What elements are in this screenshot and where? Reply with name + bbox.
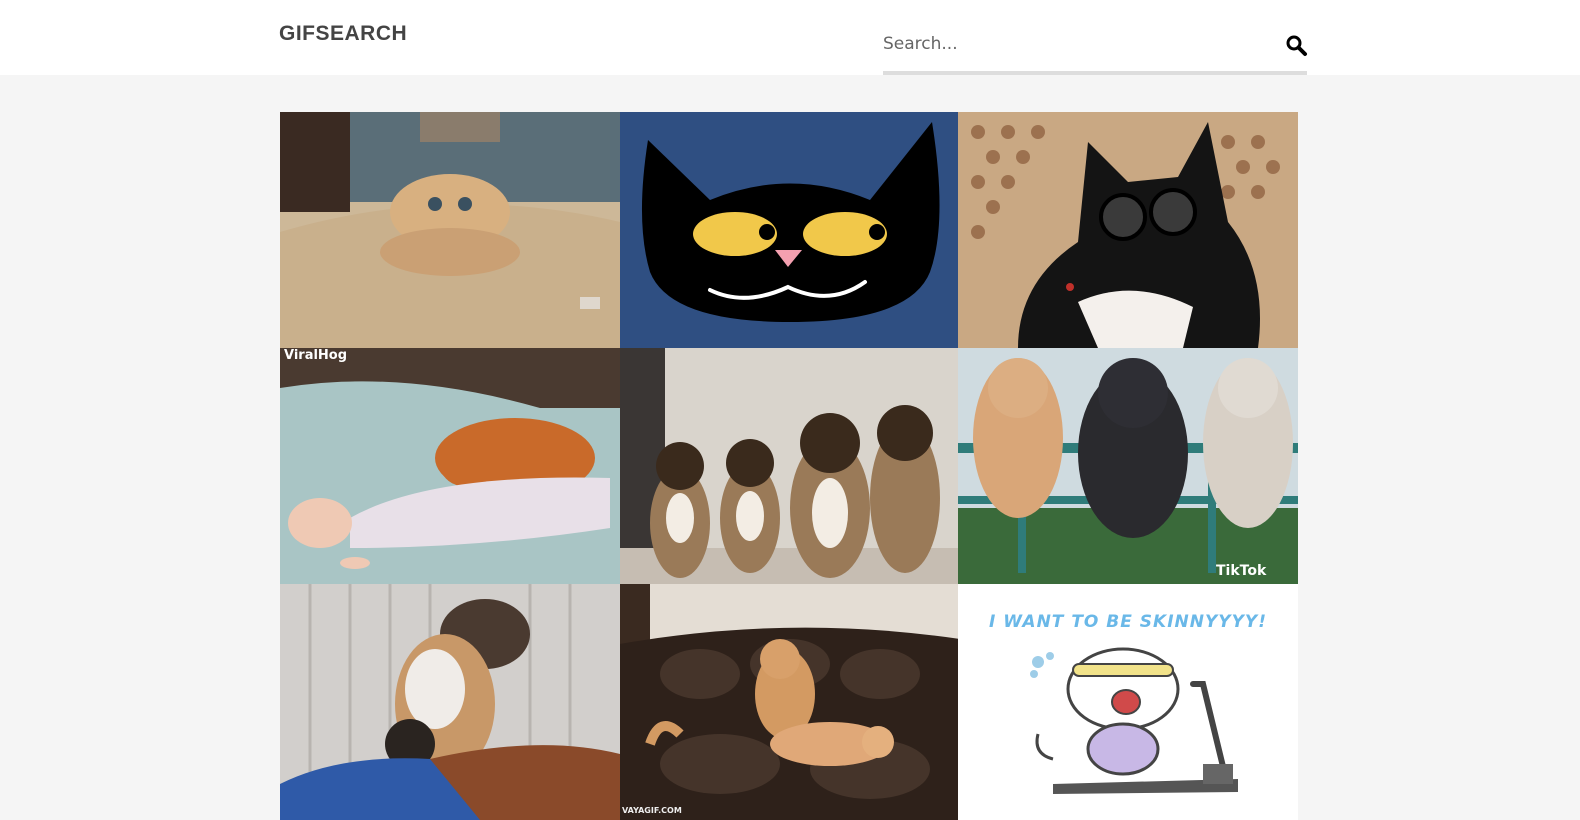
gif-tile[interactable]: TikTok xyxy=(958,348,1298,584)
gif-watermark: VAYAGIF.COM xyxy=(622,806,682,815)
gif-cat-falling-off-couch xyxy=(280,584,620,820)
search-bar xyxy=(883,24,1307,75)
gif-tile[interactable] xyxy=(280,584,620,820)
search-input[interactable] xyxy=(883,24,1263,64)
gif-tile[interactable]: VAYAGIF.COM xyxy=(620,584,960,820)
gif-cartoon-black-cat xyxy=(620,112,960,348)
gif-cats-on-sofa xyxy=(620,584,960,820)
search-icon[interactable] xyxy=(1285,34,1309,58)
gif-tile[interactable] xyxy=(280,112,620,348)
gif-cats-on-fence xyxy=(958,348,1298,584)
gif-tuxedo-cat-glasses xyxy=(958,112,1298,348)
gif-tabby-kittens xyxy=(620,348,960,584)
gif-watermark: TikTok xyxy=(1216,563,1267,579)
gif-tile[interactable] xyxy=(620,348,960,584)
gif-cat-and-baby xyxy=(280,348,620,584)
top-bar: GIFSEARCH xyxy=(0,0,1580,75)
gif-tile[interactable] xyxy=(620,112,960,348)
gif-caption: I WANT TO BE SKINNYYYY! xyxy=(989,612,1267,632)
gif-tile[interactable]: I WANT TO BE SKINNYYYY! xyxy=(958,584,1298,820)
gif-startled-ginger-cat xyxy=(280,112,620,348)
gif-tile[interactable] xyxy=(958,112,1298,348)
gif-grid: ViralHog TikTok VAYAGIF.COM I WANT TO BE… xyxy=(280,112,1308,820)
gif-watermark: ViralHog xyxy=(284,348,348,363)
site-logo[interactable]: GIFSEARCH xyxy=(279,22,407,46)
gif-tile[interactable]: ViralHog xyxy=(280,348,620,584)
